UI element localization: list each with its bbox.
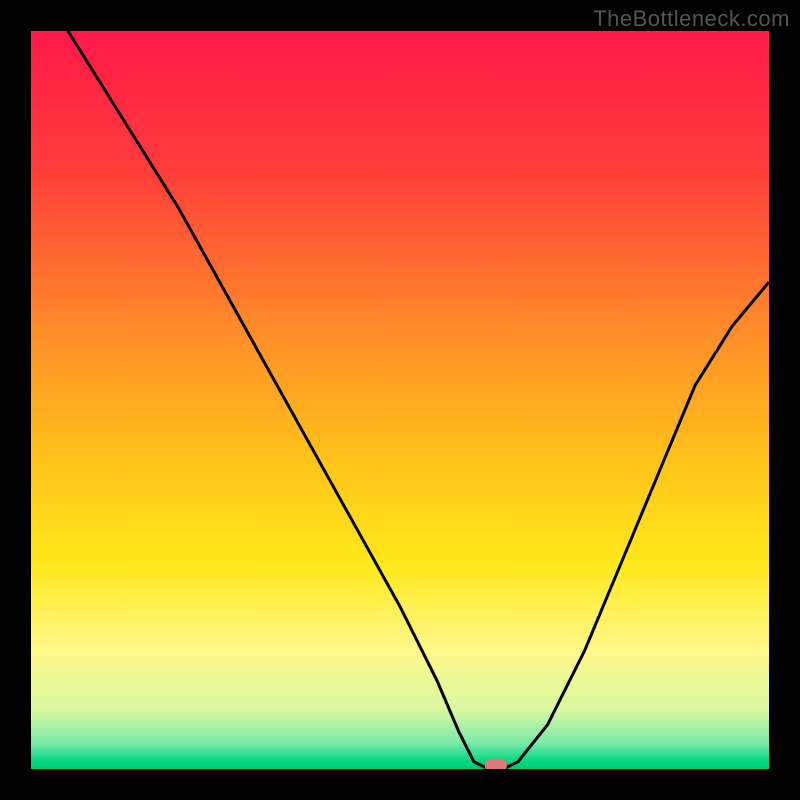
chart-plot-area (31, 31, 769, 769)
watermark-text: TheBottleneck.com (593, 6, 790, 32)
optimal-marker (485, 759, 507, 769)
chart-background (31, 31, 769, 769)
chart-svg (31, 31, 769, 769)
